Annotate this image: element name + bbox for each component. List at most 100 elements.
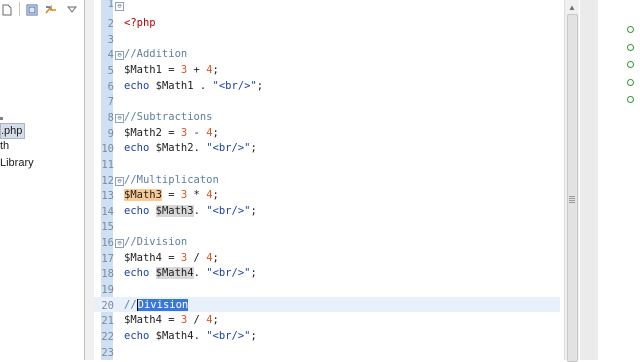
line-number: 12 [101,174,114,187]
code-line[interactable]: //Subtractions [124,110,213,126]
line-number: 14 [101,205,114,218]
code-token: . [193,79,213,92]
code-token: . [193,267,207,280]
code-line[interactable]: $Math4 = 3 / 4; [124,313,219,329]
code-token: //Subtractions [124,110,213,123]
outline-field-icon[interactable] [627,96,634,103]
code-token: echo [124,330,150,342]
fold-toggle-icon[interactable]: ⊖ [115,176,124,186]
code-token: "<br/>" [206,204,251,217]
code-token: "<br/>" [206,330,251,342]
explorer-toolbar [0,0,84,18]
fold-toggle-icon[interactable]: ⊖ [115,239,124,249]
code-token: ; [212,189,219,202]
line-number: 2 [107,18,114,30]
code-token: $Math2 [155,142,194,155]
code-token: $Math2 [124,126,162,139]
link-with-editor-icon[interactable] [44,3,56,15]
code-line[interactable]: //Addition [124,47,187,63]
tree-item-path[interactable]: th [0,139,9,153]
scrollbar-thumb[interactable] [567,14,578,362]
code-token: / [187,314,207,327]
code-token: ; [250,267,257,280]
code-token: ; [212,251,219,264]
code-token: $Math4 [124,251,162,264]
line-number: 22 [101,331,114,343]
line-number: 20 [101,299,114,312]
code-token: = [161,126,181,139]
tree-item-label: .php [1,125,23,137]
code-token: // [124,298,137,311]
line-number: 16 [101,237,114,250]
code-line[interactable]: echo $Math4. "<br/>"; [124,329,257,345]
fold-toggle-icon[interactable]: ⊖ [115,2,124,11]
code-line[interactable]: echo $Math4. "<br/>"; [124,266,257,282]
code-token: ; [212,63,219,76]
document-icon[interactable] [2,3,14,16]
line-number: 4 [107,49,114,62]
code-line[interactable]: <?php [124,16,156,32]
line-number: 8 [107,111,114,124]
code-token: * [187,189,207,202]
code-line[interactable]: echo $Math3. "<br/>"; [124,204,257,220]
code-token: <?php [124,17,156,29]
line-number: 1 [107,0,114,10]
code-line[interactable]: //Multiplicaton [124,173,219,189]
code-line[interactable]: //Division [124,235,187,251]
code-token: $Math4 [155,267,194,280]
code-token: ; [212,126,219,139]
code-line[interactable]: $Math2 = 3 - 4; [124,126,219,142]
code-token: echo [124,142,150,155]
code-token: $Math3 [155,204,194,217]
code-token: + [187,63,207,76]
code-token: ; [250,330,257,342]
line-number: 7 [107,96,114,109]
code-editor[interactable]: ⊖ 1 <?php//Addition $Math1 = 3 + 4; echo $… [94,0,566,360]
fold-toggle-icon[interactable]: ⊖ [115,51,124,61]
code-token: . [193,204,207,217]
code-line[interactable]: //Division [124,298,189,314]
code-token: . [193,142,207,155]
line-number: 23 [101,346,114,359]
code-line[interactable]: echo $Math1 . "<br/>"; [124,79,263,95]
code-token: ; [212,314,219,327]
line-number: 5 [107,64,114,77]
line-number: 6 [107,80,114,93]
code-token: Division [137,298,189,311]
line-number: 11 [101,158,114,171]
line-number: 15 [101,221,114,234]
tree-connector [0,117,3,120]
vertical-scrollbar[interactable]: ▲ [564,0,579,362]
outline-field-icon[interactable] [627,61,634,68]
outline-panel [598,0,640,360]
code-token: = [161,314,181,327]
line-number: 10 [101,143,114,156]
outline-field-icon[interactable] [627,43,634,51]
code-token: ; [250,204,257,217]
code-token: ; [250,142,257,155]
line-number: 21 [101,315,114,328]
code-line[interactable]: $Math1 = 3 + 4; [124,63,219,79]
code-token: = [161,189,181,202]
code-token: //Addition [124,48,188,61]
outline-field-icon[interactable] [627,78,634,86]
code-line[interactable]: $Math4 = 3 / 4; [124,251,219,267]
code-token: //Division [124,236,188,249]
fold-toggle-icon[interactable]: ⊖ [115,113,124,123]
tree-item-php-file[interactable]: .php [0,123,26,139]
collapse-all-icon[interactable] [26,3,38,16]
tree-item-label: th [0,140,10,152]
scroll-up-arrow-icon[interactable]: ▲ [565,2,579,14]
code-token: ; [256,79,264,92]
code-line[interactable]: $Math3 = 3 * 4; [124,188,219,204]
code-token: - [187,126,207,139]
code-line[interactable]: echo $Math2. "<br/>"; [124,141,257,157]
code-token: "<br/>" [206,267,251,280]
tree-item-library[interactable]: Library [0,156,34,170]
view-menu-icon[interactable] [66,3,79,15]
outline-field-icon[interactable] [627,26,634,33]
toolbar-separator [19,2,20,16]
line-number: 3 [107,33,114,46]
line-number: 17 [101,252,114,265]
